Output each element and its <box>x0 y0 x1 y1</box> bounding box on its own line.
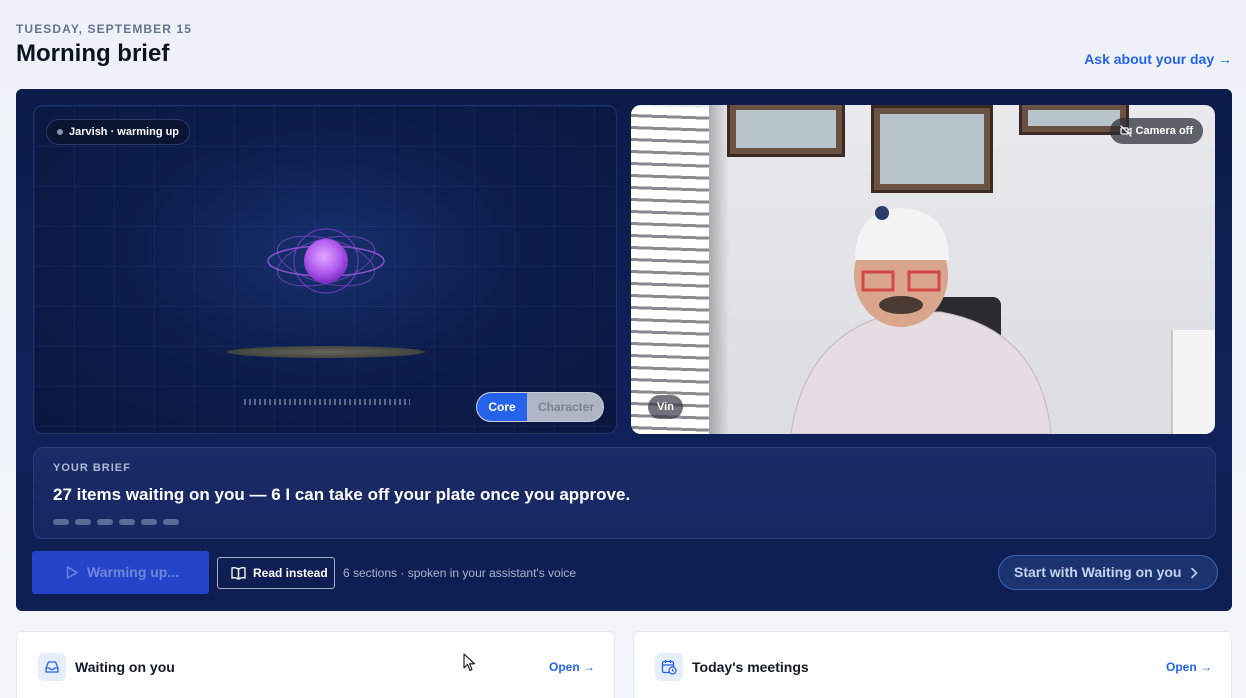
section-progress-dot <box>163 519 179 525</box>
section-progress-dot <box>141 519 157 525</box>
wall-frame <box>727 105 845 157</box>
stage-floor-ellipse <box>227 346 425 358</box>
read-instead-button[interactable]: Read instead <box>217 557 335 589</box>
camera-off-label: Camera off <box>1135 125 1193 137</box>
assistant-status-badge: Jarvish · warming up <box>46 119 191 145</box>
open-waiting-link[interactable]: Open → <box>549 660 595 674</box>
sections-note: 6 sections · spoken in your assistant's … <box>343 566 577 580</box>
section-progress-dot <box>75 519 91 525</box>
assistant-status-text: Jarvish · warming up <box>69 126 180 138</box>
status-dot-icon <box>57 129 63 135</box>
camera-off-icon <box>1119 125 1132 137</box>
card-title: Today's meetings <box>692 659 809 675</box>
play-brief-label: Warming up... <box>87 564 180 580</box>
chevron-right-icon <box>1191 567 1198 579</box>
voice-level-meter <box>244 399 410 405</box>
read-instead-label: Read instead <box>253 566 328 580</box>
date-label: TUESDAY, SEPTEMBER 15 <box>16 22 193 36</box>
window-blinds <box>631 105 709 434</box>
start-waiting-button[interactable]: Start with Waiting on you <box>998 555 1218 590</box>
participant-name-tag: Vin <box>648 395 683 419</box>
mode-option-core[interactable]: Core <box>477 393 527 421</box>
card-title: Waiting on you <box>75 659 175 675</box>
play-brief-button[interactable]: Warming up... <box>32 551 209 594</box>
brief-summary-card: YOUR BRIEF 27 items waiting on you — 6 I… <box>33 447 1216 539</box>
start-waiting-label: Start with Waiting on you <box>1014 564 1182 580</box>
calendar-clock-icon <box>661 660 677 675</box>
participant-figure <box>790 206 1052 434</box>
brief-headline: 27 items waiting on you — 6 I can take o… <box>53 485 631 504</box>
section-progress <box>53 519 179 525</box>
play-icon <box>66 566 78 579</box>
assistant-stage: Jarvish · warming up Core Character <box>33 105 617 434</box>
brief-hero-panel: Jarvish · warming up Core Character Came… <box>16 89 1232 611</box>
section-progress-dot <box>97 519 113 525</box>
open-meetings-link[interactable]: Open → <box>1166 660 1212 674</box>
waiting-on-you-card: Waiting on you Open → <box>16 631 615 698</box>
brief-kicker: YOUR BRIEF <box>53 462 131 474</box>
wall-frame <box>871 105 993 193</box>
section-progress-dot <box>119 519 135 525</box>
inbox-icon <box>45 661 59 673</box>
mode-option-character[interactable]: Character <box>527 393 603 421</box>
camera-off-button[interactable]: Camera off <box>1109 118 1203 144</box>
wall-shelf <box>1171 330 1215 434</box>
page-title: Morning brief <box>16 40 170 67</box>
ask-about-day-link[interactable]: Ask about your day → <box>1084 51 1232 67</box>
book-open-icon <box>231 567 246 580</box>
camera-feed: Camera off Vin <box>631 105 1215 434</box>
mode-toggle[interactable]: Core Character <box>476 392 604 422</box>
mouse-cursor-icon <box>463 653 476 672</box>
section-progress-dot <box>53 519 69 525</box>
orb-avatar-icon <box>267 228 385 294</box>
todays-meetings-card: Today's meetings Open → <box>633 631 1232 698</box>
